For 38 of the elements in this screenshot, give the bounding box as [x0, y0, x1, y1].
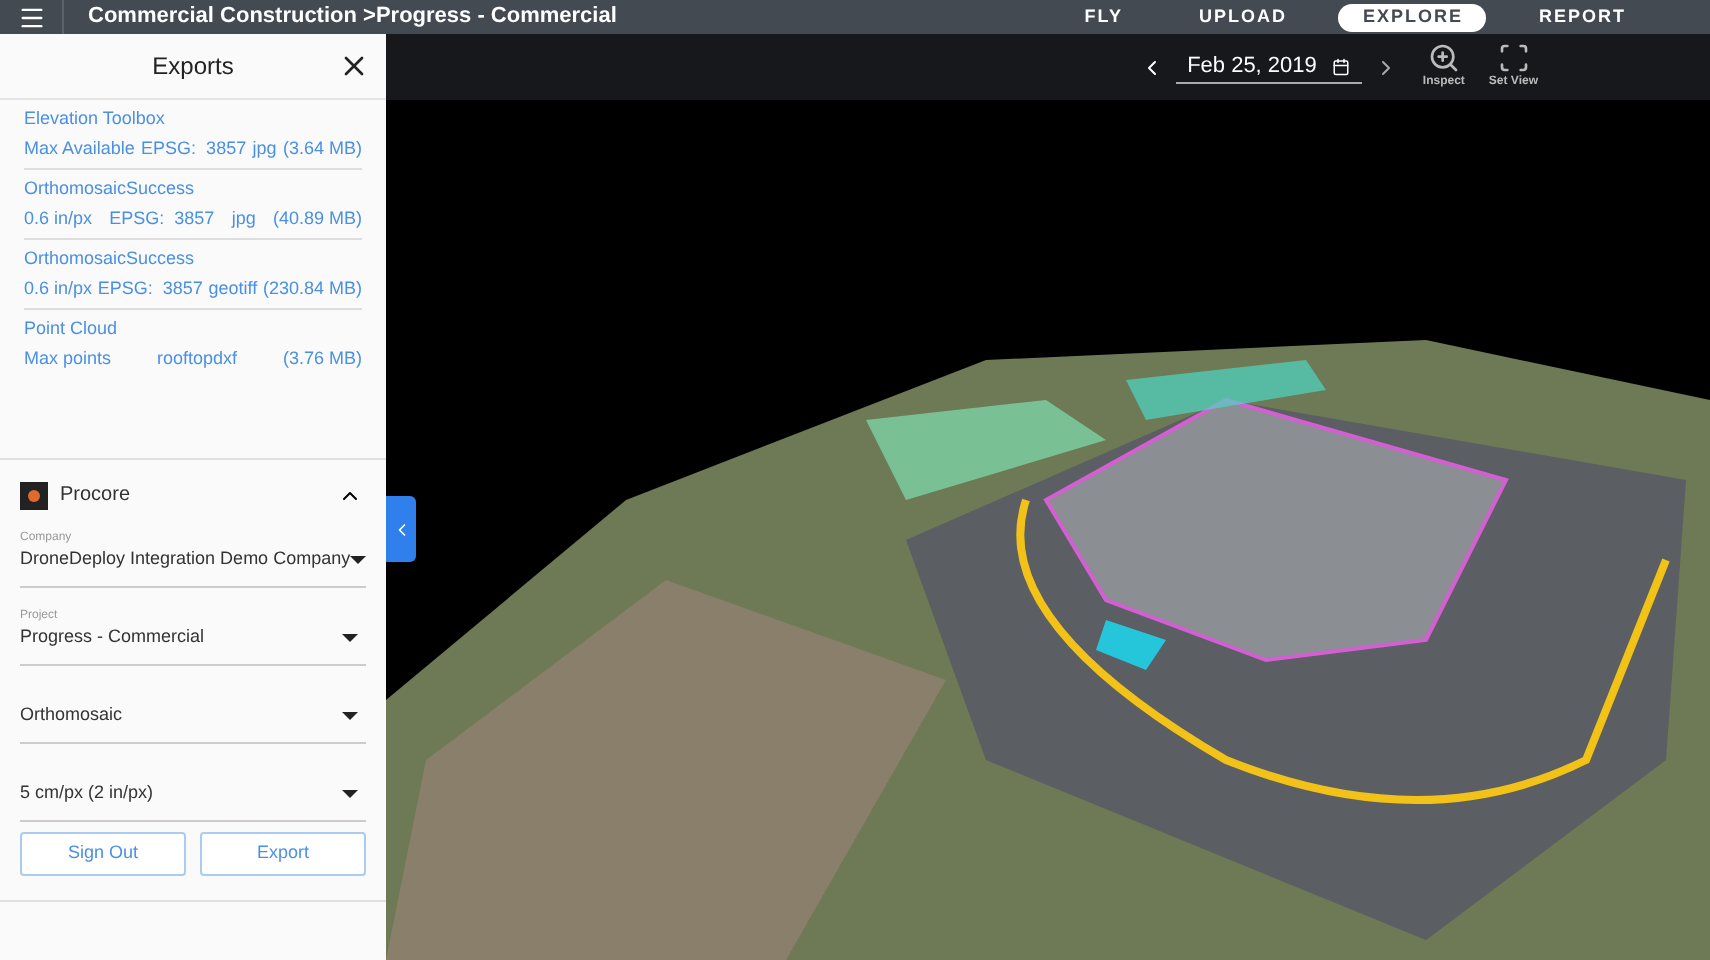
nav-tab[interactable]: REPORT	[1514, 3, 1650, 31]
export-detail: 0.6 in/px	[24, 206, 93, 232]
caret-icon	[342, 634, 358, 642]
export-detail: jpg	[252, 136, 277, 162]
integration-name: Procore	[60, 482, 131, 510]
field-value: 5 cm/px (2 in/px)	[20, 780, 154, 804]
export-detail: EPSG: 3857	[141, 136, 247, 162]
export-detail: Max Available	[24, 136, 135, 162]
export-detail: EPSG: 3857	[109, 206, 215, 232]
magnifier-icon	[1427, 42, 1460, 74]
export-detail: (3.76 MB)	[282, 346, 362, 372]
calendar-icon	[1332, 57, 1351, 75]
logo-icon	[20, 481, 48, 509]
export-detail: Max points	[24, 346, 112, 372]
field-value: Orthomosaic	[20, 702, 123, 726]
export-detail: jpg	[231, 206, 256, 232]
export-detail: EPSG: 3857	[97, 276, 203, 302]
panel-title: Exports	[152, 50, 234, 84]
field-value: DroneDeploy Integration Demo Company	[20, 546, 351, 570]
date-field[interactable]: Feb 25, 2019	[1175, 49, 1363, 85]
frame-icon	[1497, 42, 1530, 74]
caret-icon	[342, 790, 358, 798]
dropdown-field[interactable]: 5 cm/px (2 in/px)	[20, 744, 366, 822]
breadcrumb: Commercial Construction >Progress - Commercial	[88, 2, 617, 33]
export-detail: 0.6 in/px	[24, 276, 93, 302]
export-detail: (230.84 MB)	[262, 276, 362, 302]
export-detail: (3.64 MB)	[282, 136, 362, 162]
dropdown-field[interactable]: Orthomosaic	[20, 666, 366, 744]
export-detail: (40.89 MB)	[272, 206, 362, 232]
export-detail: geotiff	[208, 276, 258, 302]
nav-tab[interactable]: UPLOAD	[1174, 3, 1311, 31]
caret-icon	[342, 712, 358, 720]
caret-icon	[350, 556, 367, 564]
nav-tab[interactable]: FLY	[1060, 3, 1147, 31]
field-value: Progress - Commercial	[20, 624, 205, 648]
export-detail: rooftopdxf	[156, 346, 238, 372]
menu-icon	[17, 3, 45, 31]
nav-tab[interactable]: EXPLORE	[1338, 3, 1487, 31]
